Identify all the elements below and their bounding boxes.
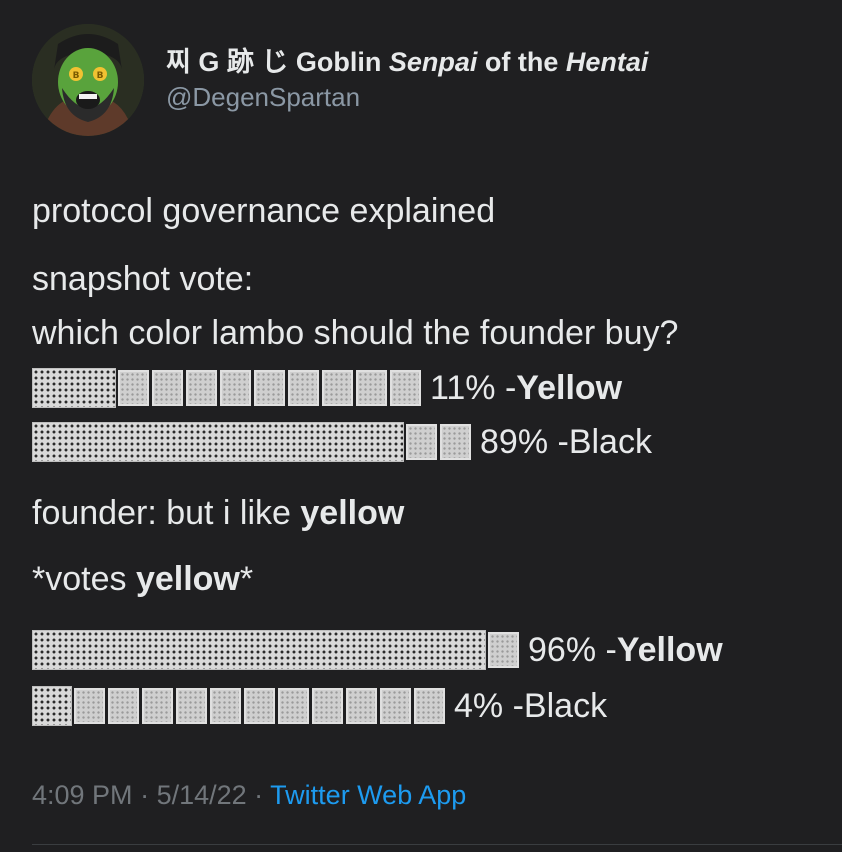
tweet-text-line-2: snapshot vote: <box>32 260 254 298</box>
poll-bar-filled <box>32 686 72 726</box>
poll1-row-black: 89% - Black <box>32 420 652 464</box>
poll-option: Black <box>523 686 608 725</box>
svg-text:B: B <box>97 71 104 81</box>
display-name-italic-2: Hentai <box>565 47 649 77</box>
tweet-text-line-4: founder: but i like yellow <box>32 494 404 533</box>
poll-bar-empty <box>488 632 522 668</box>
poll-bar-empty <box>74 688 448 724</box>
tweet-date[interactable]: 5/14/22 <box>157 780 247 810</box>
svg-text:B: B <box>73 71 80 81</box>
display-name-italic-1: Senpai <box>388 47 478 77</box>
divider <box>32 844 842 845</box>
poll-bar-filled <box>32 630 486 670</box>
poll-bar-empty <box>406 424 474 460</box>
poll-bar-empty <box>118 370 424 406</box>
poll-percent: 4% - <box>454 686 524 725</box>
display-name-mid: of the <box>477 47 566 77</box>
poll-option: Yellow <box>616 630 723 669</box>
poll-percent: 89% - <box>480 422 569 461</box>
avatar[interactable]: B B <box>32 24 144 136</box>
poll-bar-filled <box>32 422 404 462</box>
meta-separator: · <box>132 780 157 810</box>
tweet-source-link[interactable]: Twitter Web App <box>270 780 466 810</box>
line5-bold: yellow <box>135 560 240 598</box>
poll-percent: 11% - <box>430 368 517 407</box>
tweet-text-line-1: protocol governance explained <box>32 192 496 230</box>
tweet-text-line-5: *votes yellow* <box>32 560 253 599</box>
goblin-spartan-avatar-icon: B B <box>32 24 144 136</box>
poll-option: Black <box>568 422 652 461</box>
meta-separator: · <box>246 780 271 810</box>
line5-suffix: * <box>239 560 254 598</box>
tweet-text-line-3: which color lambo should the founder buy… <box>32 314 679 352</box>
poll1-row-yellow: 11% - Yellow <box>32 366 622 410</box>
line4-bold: yellow <box>300 494 405 532</box>
display-name[interactable]: 찌 G 跡 じ Goblin Senpai of the Hentai <box>166 40 648 79</box>
line4-prefix: founder: but i like <box>32 494 301 532</box>
tweet: B B 찌 G 跡 じ Goblin Senpai of the Hentai … <box>0 0 842 852</box>
user-handle[interactable]: @DegenSpartan <box>166 82 360 113</box>
tweet-time[interactable]: 4:09 PM <box>32 780 133 810</box>
poll2-row-black: 4% - Black <box>32 684 607 728</box>
poll-bar-filled <box>32 368 116 408</box>
poll-option: Yellow <box>516 368 623 407</box>
poll-percent: 96% - <box>528 630 617 669</box>
tweet-meta: 4:09 PM · 5/14/22 · Twitter Web App <box>32 780 466 811</box>
line5-prefix: *votes <box>32 560 136 598</box>
poll2-row-yellow: 96% - Yellow <box>32 628 723 672</box>
display-name-prefix: 찌 G 跡 じ Goblin <box>166 47 389 77</box>
